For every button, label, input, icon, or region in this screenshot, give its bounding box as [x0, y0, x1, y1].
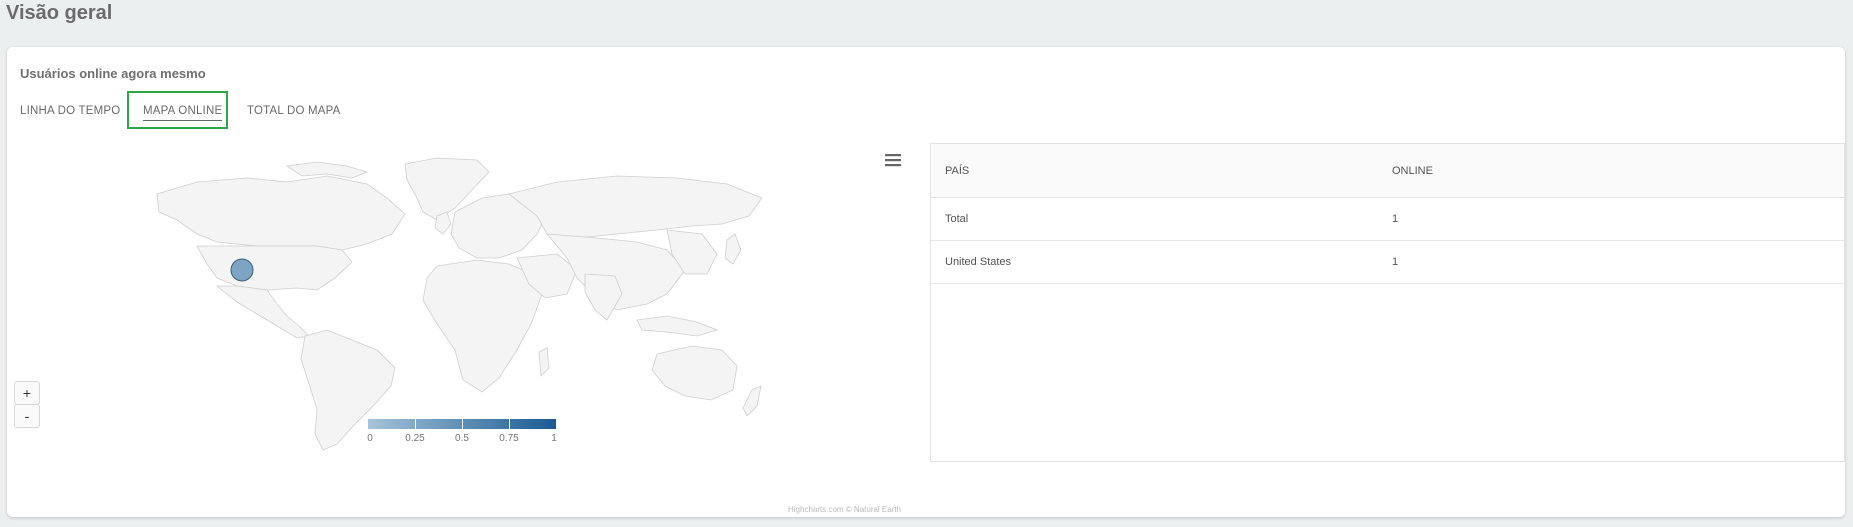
- indonesia: [636, 315, 719, 337]
- column-header-country[interactable]: PAÍS: [931, 144, 1378, 198]
- column-header-online[interactable]: ONLINE: [1378, 144, 1844, 198]
- table-row: Total 1: [931, 197, 1844, 241]
- table-cell-online: 1: [1378, 240, 1844, 284]
- legend-label: 1: [551, 433, 557, 444]
- table-cell-country: Total: [931, 197, 1378, 241]
- usa: [196, 245, 353, 291]
- online-users-card: Usuários online agora mesmo LINHA DO TEM…: [7, 47, 1845, 517]
- tab-timeline[interactable]: LINHA DO TEMPO: [20, 91, 120, 131]
- australia: [651, 345, 738, 401]
- zoom-out-button[interactable]: -: [14, 404, 40, 428]
- africa: [422, 259, 543, 393]
- zoom-in-button[interactable]: +: [14, 381, 40, 405]
- madagascar: [538, 347, 550, 377]
- color-legend: 0 0.25 0.5 0.75 1: [367, 419, 557, 444]
- table-row: United States 1: [931, 240, 1844, 284]
- legend-label: 0.5: [455, 433, 469, 444]
- india: [584, 273, 623, 321]
- legend-gradient-bar: 0 0.25 0.5 0.75 1: [367, 419, 557, 444]
- country-bubble-united-states[interactable]: [230, 258, 254, 282]
- world-map-svg[interactable]: [137, 154, 777, 454]
- table-cell-online: 1: [1378, 197, 1844, 241]
- legend-label: 0.75: [499, 433, 519, 444]
- legend-label: 0: [367, 433, 373, 444]
- map-credits[interactable]: Highcharts.com © Natural Earth: [788, 505, 901, 514]
- canada: [156, 175, 406, 251]
- page-title: Visão geral: [6, 2, 113, 24]
- mexico: [215, 285, 310, 339]
- active-tab-highlight: [127, 91, 228, 129]
- legend-tick: [415, 419, 416, 429]
- table-header-row: PAÍS ONLINE: [931, 144, 1844, 198]
- card-title: Usuários online agora mesmo: [20, 66, 206, 81]
- japan: [724, 233, 742, 265]
- hamburger-menu-icon[interactable]: [885, 153, 901, 167]
- map-land: [156, 157, 763, 451]
- country-table: PAÍS ONLINE Total 1 United States 1: [930, 143, 1845, 462]
- legend-label: 0.25: [405, 433, 425, 444]
- russia: [508, 175, 763, 239]
- legend-tick: [462, 419, 463, 429]
- tab-map-total[interactable]: TOTAL DO MAPA: [247, 91, 341, 131]
- south-america: [300, 329, 396, 451]
- table-cell-country: United States: [931, 240, 1378, 284]
- new-zealand: [742, 385, 762, 417]
- legend-tick: [509, 419, 510, 429]
- world-map[interactable]: + - 0 0.25 0.5 0.75 1: [7, 142, 917, 517]
